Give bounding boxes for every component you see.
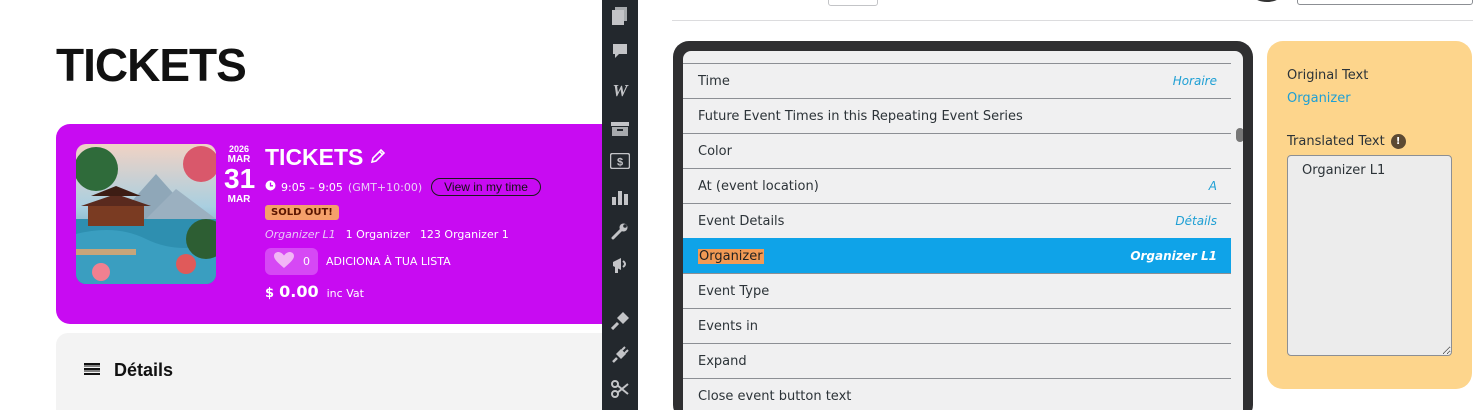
- marketing-icon[interactable]: [609, 254, 631, 276]
- string-row-event-type[interactable]: Event Type: [683, 273, 1231, 308]
- list-icon: [84, 360, 100, 381]
- view-in-my-time-button[interactable]: View in my time: [431, 178, 541, 196]
- translated-text-label: Translated Text: [1287, 134, 1385, 149]
- divider: [672, 20, 1473, 21]
- info-icon[interactable]: !: [1390, 134, 1406, 149]
- favorite-row: 0 ADICIONA À TUA LISTA: [265, 248, 451, 275]
- payments-icon[interactable]: $: [609, 150, 631, 172]
- woocommerce-icon[interactable]: W: [609, 80, 631, 102]
- event-card[interactable]: 2026 MAR 31 MAR TICKETS 9:05 – 9:05 (GMT…: [56, 124, 616, 324]
- pages-icon[interactable]: [609, 5, 631, 27]
- string-original: Organizer: [698, 248, 764, 264]
- svg-text:$: $: [617, 157, 623, 169]
- favorite-count: 0: [303, 255, 310, 268]
- string-original: Expand: [698, 353, 747, 369]
- string-translation: Détails: [1175, 214, 1217, 228]
- event-month-end: MAR: [227, 194, 251, 205]
- string-row-color[interactable]: Color: [683, 133, 1231, 168]
- preview-device-frame: Time Horaire Future Event Times in this …: [673, 41, 1253, 410]
- top-input[interactable]: [1297, 0, 1473, 5]
- event-timezone: (GMT+10:00): [347, 180, 423, 194]
- translated-text-label-row: Translated Text !: [1287, 134, 1406, 149]
- string-row-event-location[interactable]: At (event location) A: [683, 168, 1231, 203]
- string-row-close-event-button[interactable]: Close event button text: [683, 378, 1231, 410]
- event-price: $ 0.00 inc Vat: [265, 282, 364, 301]
- scrollbar-thumb[interactable]: [1236, 128, 1243, 142]
- page-title: TICKETS: [56, 39, 247, 91]
- string-original: Future Event Times in this Repeating Eve…: [698, 108, 1023, 124]
- plugins-icon[interactable]: [609, 344, 631, 366]
- string-row-future-event-times[interactable]: Future Event Times in this Repeating Eve…: [683, 98, 1231, 133]
- event-image[interactable]: [76, 144, 216, 284]
- translated-text-input[interactable]: Organizer L1: [1287, 155, 1452, 356]
- original-text-value: Organizer: [1287, 91, 1351, 106]
- string-row-expand[interactable]: Expand: [683, 343, 1231, 378]
- price-amount: 0.00: [279, 282, 319, 301]
- string-original: Events in: [698, 318, 758, 334]
- tools-icon[interactable]: [609, 220, 631, 242]
- organizer-link[interactable]: 123 Organizer 1: [420, 228, 509, 241]
- string-original: Close event button text: [698, 388, 852, 404]
- organizer-link[interactable]: 1 Organizer: [346, 228, 410, 241]
- details-header[interactable]: Détails: [84, 360, 173, 381]
- original-text-label: Original Text: [1287, 68, 1369, 83]
- add-to-list-label[interactable]: ADICIONA À TUA LISTA: [326, 255, 451, 268]
- translation-panel: Original Text Organizer Translated Text …: [1267, 41, 1472, 389]
- string-list: Time Horaire Future Event Times in this …: [683, 63, 1231, 410]
- string-translation: A: [1208, 179, 1217, 193]
- string-original: Color: [698, 143, 732, 159]
- string-row-time[interactable]: Time Horaire: [683, 63, 1231, 98]
- string-original: At (event location): [698, 178, 819, 194]
- event-year: 2026: [228, 144, 250, 154]
- price-currency: $: [265, 286, 275, 301]
- appearance-icon[interactable]: [609, 310, 631, 332]
- string-original: Event Type: [698, 283, 770, 299]
- edit-pencil-icon[interactable]: [369, 144, 387, 171]
- string-original: Time: [698, 73, 730, 89]
- details-section: Détails: [56, 333, 616, 410]
- string-row-organizer-selected[interactable]: Organizer Organizer L1: [683, 238, 1231, 273]
- string-row-events-in[interactable]: Events in: [683, 308, 1231, 343]
- translation-editor: Time Horaire Future Event Times in this …: [652, 0, 1473, 410]
- event-date: 2026 MAR 31 MAR: [224, 144, 256, 206]
- preview-screen: Time Horaire Future Event Times in this …: [683, 51, 1243, 410]
- string-original: Event Details: [698, 213, 785, 229]
- string-row-event-details[interactable]: Event Details Détails: [683, 203, 1231, 238]
- comments-icon[interactable]: [609, 40, 631, 62]
- string-translation: Horaire: [1172, 74, 1217, 88]
- event-title-row: TICKETS: [265, 144, 387, 171]
- event-time-row: 9:05 – 9:05 (GMT+10:00) View in my time: [265, 178, 541, 196]
- clock-icon: [265, 180, 276, 194]
- event-time: 9:05 – 9:05: [281, 180, 343, 194]
- price-note: inc Vat: [326, 287, 364, 300]
- organizer-link[interactable]: Organizer L1: [265, 228, 336, 241]
- analytics-icon[interactable]: [609, 186, 631, 208]
- event-day: 31: [224, 163, 256, 194]
- event-title[interactable]: TICKETS: [265, 144, 363, 171]
- admin-toolbar: W $: [602, 0, 638, 410]
- top-control[interactable]: [828, 0, 878, 6]
- archive-icon[interactable]: [609, 118, 631, 140]
- string-translation: Organizer L1: [1130, 249, 1217, 263]
- details-label: Détails: [114, 360, 174, 380]
- scissors-icon[interactable]: [609, 378, 631, 400]
- favorite-button[interactable]: 0: [265, 248, 318, 275]
- heart-icon: [273, 251, 295, 272]
- organizer-list: Organizer L1 1 Organizer 123 Organizer 1: [265, 228, 509, 241]
- top-avatar[interactable]: [1254, 0, 1280, 2]
- status-badge: SOLD OUT!: [265, 205, 339, 220]
